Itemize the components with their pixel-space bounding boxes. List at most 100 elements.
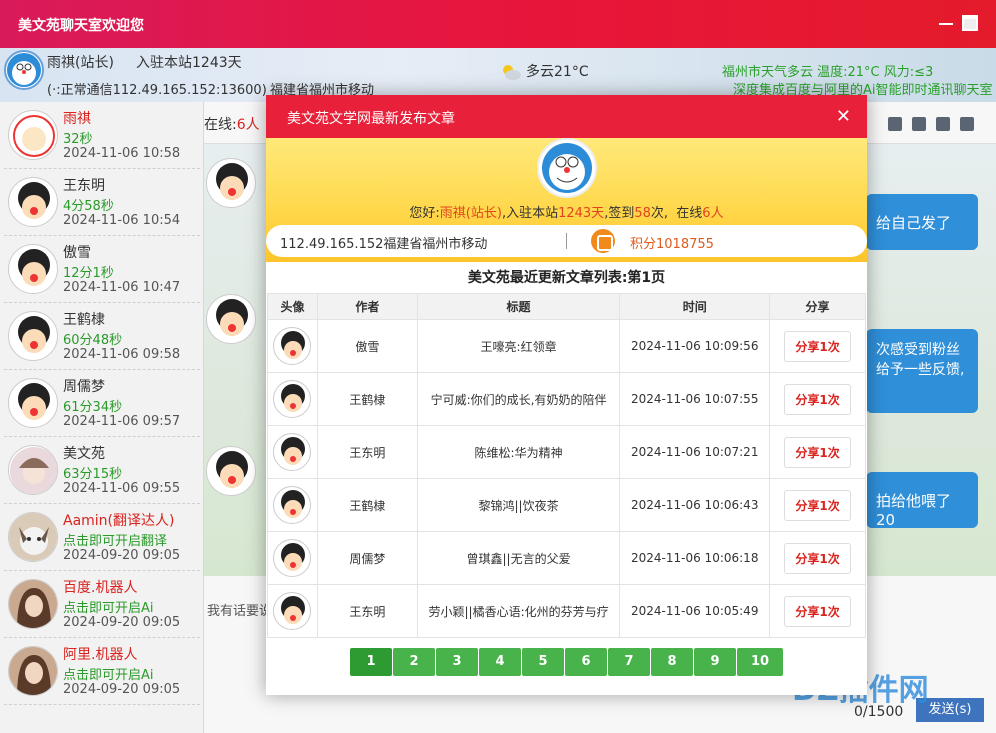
connection-status: (·:正常通信112.49.165.152:13600) <box>47 83 267 98</box>
article-time: 2024-11-06 10:07:21 <box>619 425 771 479</box>
online-count: 在线:6人 <box>204 114 260 134</box>
window-titlebar: 美文苑聊天室欢迎您 <box>0 0 996 48</box>
user-avatar <box>8 378 58 428</box>
user-name: 阿里.机器人 <box>63 647 138 663</box>
message-input[interactable]: 我有话要说 <box>207 600 272 619</box>
page-button-1[interactable]: 1 <box>350 648 392 676</box>
page-button-8[interactable]: 8 <box>651 648 693 676</box>
greet-mid3: 次, <box>650 206 669 221</box>
article-author: 周儒梦 <box>316 531 418 585</box>
user-duration: 点击即可开启翻译 <box>63 534 168 549</box>
page-button-10[interactable]: 10 <box>737 648 783 676</box>
article-title[interactable]: 陈维松:华为精神 <box>416 425 621 479</box>
share-button[interactable]: 分享1次 <box>784 595 851 627</box>
article-time: 2024-11-06 10:06:18 <box>619 531 771 585</box>
share-button[interactable]: 分享1次 <box>784 330 851 362</box>
current-user-avatar[interactable] <box>4 50 44 90</box>
user-item[interactable]: 美文苑 63分15秒 2024-11-06 09:55 <box>4 437 200 504</box>
mail-icon[interactable] <box>888 117 902 131</box>
page-button-7[interactable]: 7 <box>608 648 650 676</box>
page-button-3[interactable]: 3 <box>436 648 478 676</box>
user-duration: 12分1秒 <box>63 266 114 281</box>
greet-signins: 58 <box>634 206 651 221</box>
author-avatar <box>273 539 312 577</box>
page-button-4[interactable]: 4 <box>479 648 521 676</box>
bell-icon[interactable] <box>912 117 926 131</box>
user-time: 2024-11-06 09:58 <box>63 347 181 362</box>
chat-toolbar <box>878 116 974 135</box>
user-name: 雨祺 <box>63 111 91 127</box>
article-title[interactable]: 曾琪鑫||无言的父爱 <box>416 531 621 585</box>
chat-message: 给自己发了 <box>866 194 978 250</box>
user-duration: 点击即可开启Ai <box>63 668 154 683</box>
user-item[interactable]: 阿里.机器人 点击即可开启Ai 2024-09-20 09:05 <box>4 638 200 705</box>
user-name: 王鹤棣 <box>63 312 105 328</box>
close-icon[interactable]: ✕ <box>836 106 851 127</box>
article-title[interactable]: 宁可威:你们的成长,有奶奶的陪伴 <box>416 372 621 426</box>
article-title[interactable]: 黎锦鸿||饮夜茶 <box>416 478 621 532</box>
user-item[interactable]: Aamin(翻译达人) 点击即可开启翻译 2024-09-20 09:05 <box>4 504 200 571</box>
table-row: 王东明 陈维松:华为精神 2024-11-06 10:07:21 分享1次 <box>267 425 866 479</box>
article-title[interactable]: 王嚎亮:红领章 <box>416 319 621 373</box>
table-header-row: 头像 作者 标题 时间 分享 <box>267 293 866 320</box>
col-share: 分享 <box>769 293 866 320</box>
article-author: 王鹤棣 <box>316 372 418 426</box>
weather-text: 多云21°C <box>526 64 589 80</box>
user-name: 美文苑 <box>63 446 105 462</box>
user-time: 2024-11-06 09:55 <box>63 481 181 496</box>
page-button-6[interactable]: 6 <box>565 648 607 676</box>
latest-articles-dialog: 美文苑文学网最新发布文章 ✕ 您好:雨祺(站长),入驻本站1243天,签到58次… <box>266 95 867 695</box>
user-item[interactable]: 雨祺 32秒 2024-11-06 10:58 <box>4 102 200 169</box>
user-time: 2024-09-20 09:05 <box>63 548 181 563</box>
author-avatar <box>273 486 312 524</box>
user-avatar <box>8 110 58 160</box>
greet-mid1: ,入驻本站 <box>501 206 559 221</box>
dialog-header: 美文苑文学网最新发布文章 ✕ <box>266 95 867 138</box>
table-row: 傲雪 王嚎亮:红领章 2024-11-06 10:09:56 分享1次 <box>267 319 866 373</box>
online-label: 在线: <box>204 117 237 133</box>
weather-detail: 福州市天气多云 温度:21°C 风力:≤3 <box>722 65 934 80</box>
article-time: 2024-11-06 10:09:56 <box>619 319 771 373</box>
trash-icon[interactable] <box>936 117 950 131</box>
user-avatar <box>8 177 58 227</box>
page-button-9[interactable]: 9 <box>694 648 736 676</box>
article-title[interactable]: 劳小颖||橘香心语:化州的芬芳与疗 <box>416 584 621 638</box>
page-button-5[interactable]: 5 <box>522 648 564 676</box>
article-time: 2024-11-06 10:06:43 <box>619 478 771 532</box>
share-button[interactable]: 分享1次 <box>784 383 851 415</box>
user-item[interactable]: 傲雪 12分1秒 2024-11-06 10:47 <box>4 236 200 303</box>
user-time: 2024-11-06 10:58 <box>63 146 181 161</box>
user-item[interactable]: 王鹤棣 60分48秒 2024-11-06 09:58 <box>4 303 200 370</box>
share-button[interactable]: 分享1次 <box>784 436 851 468</box>
col-title: 标题 <box>416 293 621 320</box>
user-item[interactable]: 百度.机器人 点击即可开启Ai 2024-09-20 09:05 <box>4 571 200 638</box>
chat-message: 拍给他喂了20 <box>866 472 978 529</box>
article-author: 王东明 <box>316 584 418 638</box>
user-item[interactable]: 周儒梦 61分34秒 2024-11-06 09:57 <box>4 370 200 437</box>
current-user-name: 雨祺(站长) <box>47 55 114 71</box>
user-duration: 32秒 <box>63 132 93 147</box>
share-button[interactable]: 分享1次 <box>784 489 851 521</box>
partly-cloudy-icon <box>503 65 521 80</box>
share-icon[interactable] <box>960 117 974 131</box>
online-user-list: 雨祺 32秒 2024-11-06 10:58 王东明 4分58秒 2024-1… <box>0 102 204 733</box>
dialog-user-avatar <box>537 138 597 198</box>
chat-message: 次感受到粉丝 给予一些反馈, <box>866 329 978 413</box>
page-button-2[interactable]: 2 <box>393 648 435 676</box>
dialog-score: 积分1018755 <box>630 237 714 252</box>
user-duration: 61分34秒 <box>63 400 123 415</box>
table-row: 王鹤棣 黎锦鸿||饮夜茶 2024-11-06 10:06:43 分享1次 <box>267 478 866 532</box>
share-button[interactable]: 分享1次 <box>784 542 851 574</box>
user-duration: 63分15秒 <box>63 467 123 482</box>
user-time: 2024-11-06 10:54 <box>63 213 181 228</box>
maximize-icon[interactable] <box>962 15 978 31</box>
dialog-info-pill: 112.49.165.152福建省福州市移动 积分1018755 <box>266 225 867 257</box>
article-author: 王鹤棣 <box>316 478 418 532</box>
coin-icon <box>591 229 615 253</box>
article-list-title: 美文苑最近更新文章列表:第1页 <box>467 270 666 286</box>
greet-days: 1243天 <box>558 206 605 221</box>
user-avatar <box>8 512 58 562</box>
minimize-icon[interactable] <box>938 15 954 31</box>
user-item[interactable]: 王东明 4分58秒 2024-11-06 10:54 <box>4 169 200 236</box>
chat-avatar <box>206 294 256 344</box>
